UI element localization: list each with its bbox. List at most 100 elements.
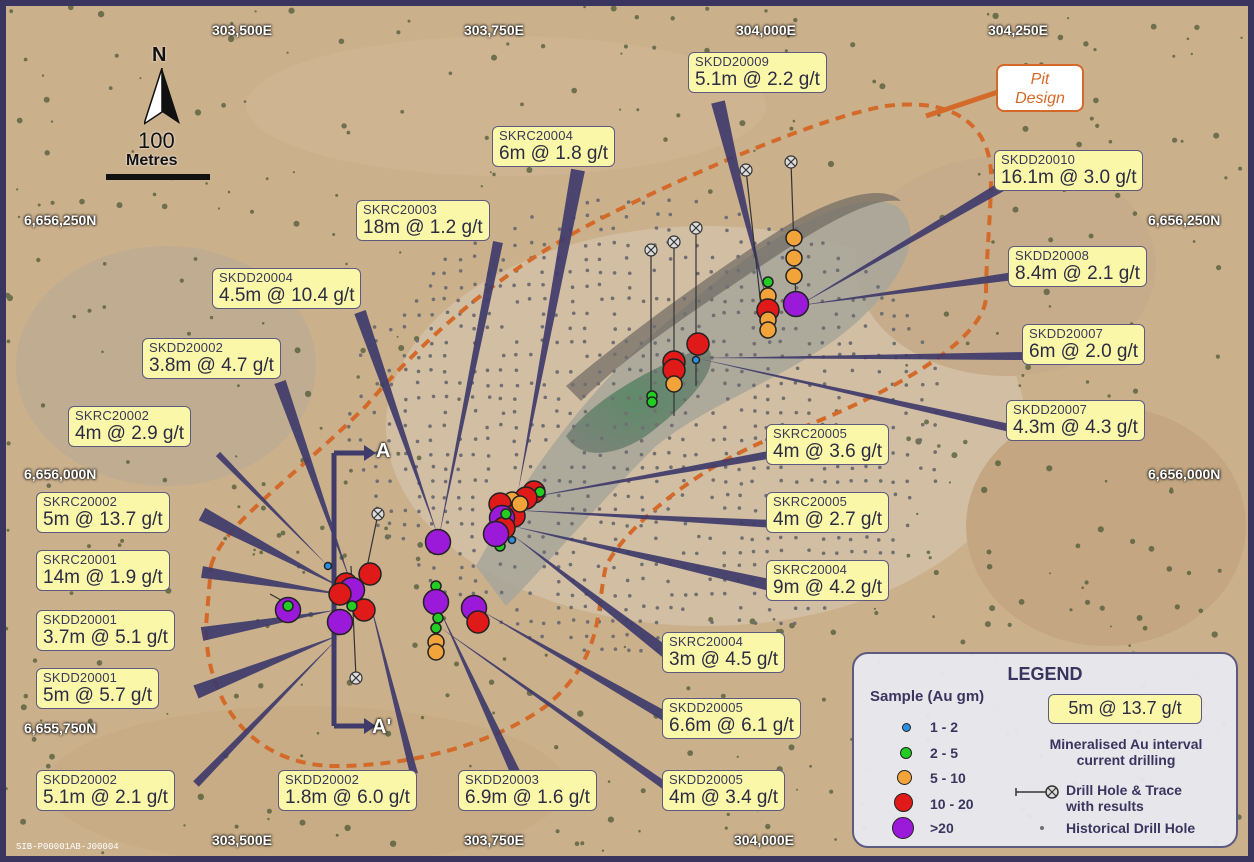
intercept-label: SKDD20007 4.3m @ 4.3 g/t (1006, 400, 1145, 441)
historical-hole (540, 634, 544, 639)
shrub (233, 693, 239, 699)
shrub (574, 90, 577, 93)
shrub (827, 160, 835, 168)
sample-marker (686, 332, 710, 356)
historical-hole (347, 438, 352, 442)
shrub (183, 824, 186, 827)
sample-marker (328, 582, 352, 606)
shrub (209, 315, 214, 320)
historical-hole (613, 594, 618, 598)
shrub (1142, 625, 1148, 631)
historical-hole (683, 593, 688, 597)
historical-hole (766, 367, 770, 371)
historical-hole (585, 284, 589, 289)
historical-hole (598, 453, 603, 458)
shrub (412, 642, 418, 648)
shrub (344, 824, 351, 832)
shrub (948, 481, 952, 484)
historical-hole (625, 578, 630, 583)
shrub (554, 745, 559, 750)
historical-hole (848, 341, 853, 345)
historical-hole (512, 439, 516, 444)
historical-hole (739, 408, 744, 412)
intercept-label: SKRC20003 18m @ 1.2 g/t (356, 200, 490, 241)
intercept-label: SKRC20002 5m @ 13.7 g/t (36, 492, 170, 533)
easting-bottom-3: 304,000E (734, 832, 794, 848)
historical-hole (666, 507, 670, 511)
shrub (687, 750, 694, 756)
historical-hole (752, 591, 757, 596)
historical-hole (596, 198, 600, 203)
historical-hole (543, 395, 548, 400)
shrub (707, 189, 713, 195)
historical-hole (542, 465, 547, 470)
sample-marker (430, 622, 442, 634)
historical-hole (598, 353, 602, 357)
historical-hole (613, 507, 618, 512)
historical-hole (527, 282, 531, 287)
shrub (489, 171, 492, 174)
historical-hole (822, 369, 827, 373)
historical-hole (597, 507, 602, 511)
historical-hole (612, 565, 616, 570)
shrub (520, 102, 524, 107)
shrub (102, 305, 107, 309)
shrub (1088, 233, 1094, 239)
historical-hole (725, 228, 729, 233)
shrub (1083, 41, 1089, 47)
historical-hole (668, 212, 673, 217)
shrub (986, 12, 990, 16)
historical-hole (627, 271, 632, 276)
intercept-label: SKRC20005 4m @ 3.6 g/t (766, 424, 890, 465)
intercept-hole-id: SKRC20002 (75, 408, 150, 423)
historical-hole (932, 467, 937, 472)
historical-hole (542, 564, 547, 569)
northing-left-1: 6,656,250N (24, 212, 97, 228)
historical-hole (486, 454, 491, 458)
sample-marker (427, 643, 445, 661)
historical-hole (374, 494, 378, 498)
historical-hole (443, 257, 448, 262)
historical-hole (724, 480, 728, 484)
historical-hole (473, 579, 478, 583)
historical-hole (541, 312, 546, 316)
historical-hole (627, 648, 631, 653)
historical-hole (361, 468, 366, 472)
historical-hole (485, 325, 490, 330)
historical-hole (429, 452, 433, 457)
intercept-label: SKDD20004 4.5m @ 10.4 g/t (212, 268, 362, 309)
historical-hole (837, 395, 841, 400)
historical-hole (724, 353, 729, 357)
historical-hole (626, 243, 630, 248)
historical-hole (710, 620, 714, 625)
shrub (299, 819, 306, 826)
intercept-hole-id: SKDD20005 (669, 700, 744, 715)
historical-hole (639, 341, 644, 346)
shrub (117, 543, 122, 547)
historical-hole (806, 254, 811, 259)
historical-hole (907, 327, 911, 331)
shrub (396, 335, 399, 338)
shrub (32, 658, 38, 663)
north-arrow-icon (144, 68, 180, 125)
historical-hole (835, 464, 840, 469)
shrub (981, 486, 988, 494)
sample-marker (785, 249, 803, 267)
shrub (46, 483, 52, 489)
historical-hole (624, 214, 629, 219)
shrub (221, 102, 227, 108)
historical-hole (626, 494, 631, 499)
historical-hole (722, 551, 726, 555)
historical-hole (627, 327, 632, 331)
historical-hole (515, 383, 520, 388)
historical-hole (585, 311, 589, 316)
historical-hole (655, 479, 659, 484)
historical-hole (402, 353, 407, 358)
scale-bar (106, 174, 210, 180)
shrub (50, 200, 55, 205)
shrub (1168, 488, 1174, 494)
shrub (227, 190, 231, 194)
shrub (300, 683, 303, 686)
historical-hole (722, 506, 727, 510)
historical-hole (710, 592, 714, 596)
